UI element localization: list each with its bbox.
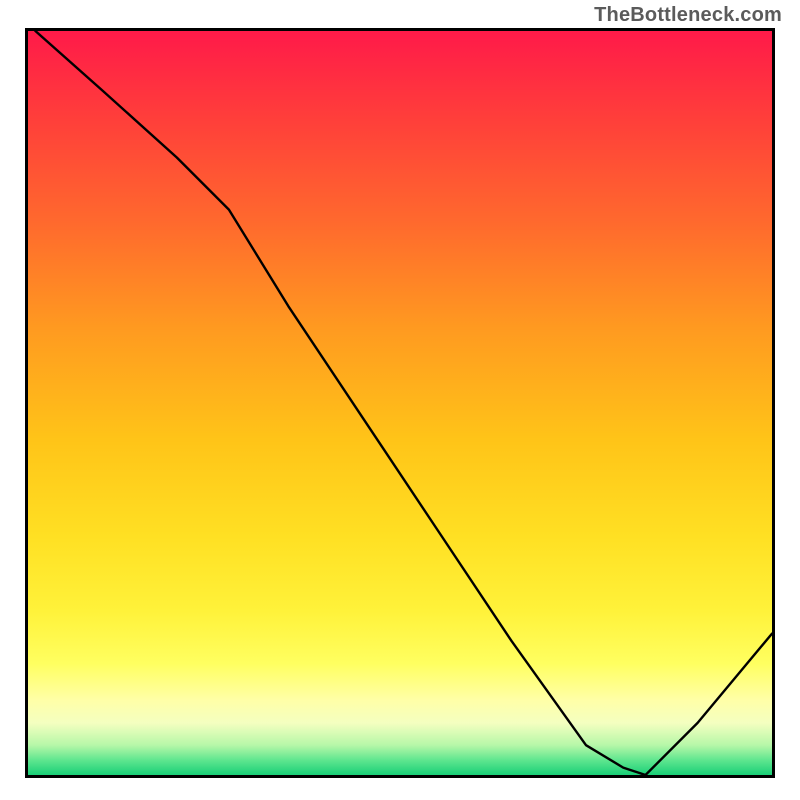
chart-plot-area — [25, 28, 775, 778]
chart-line-series — [35, 31, 772, 775]
watermark-text: TheBottleneck.com — [594, 4, 782, 27]
chart-line-layer — [28, 31, 772, 775]
